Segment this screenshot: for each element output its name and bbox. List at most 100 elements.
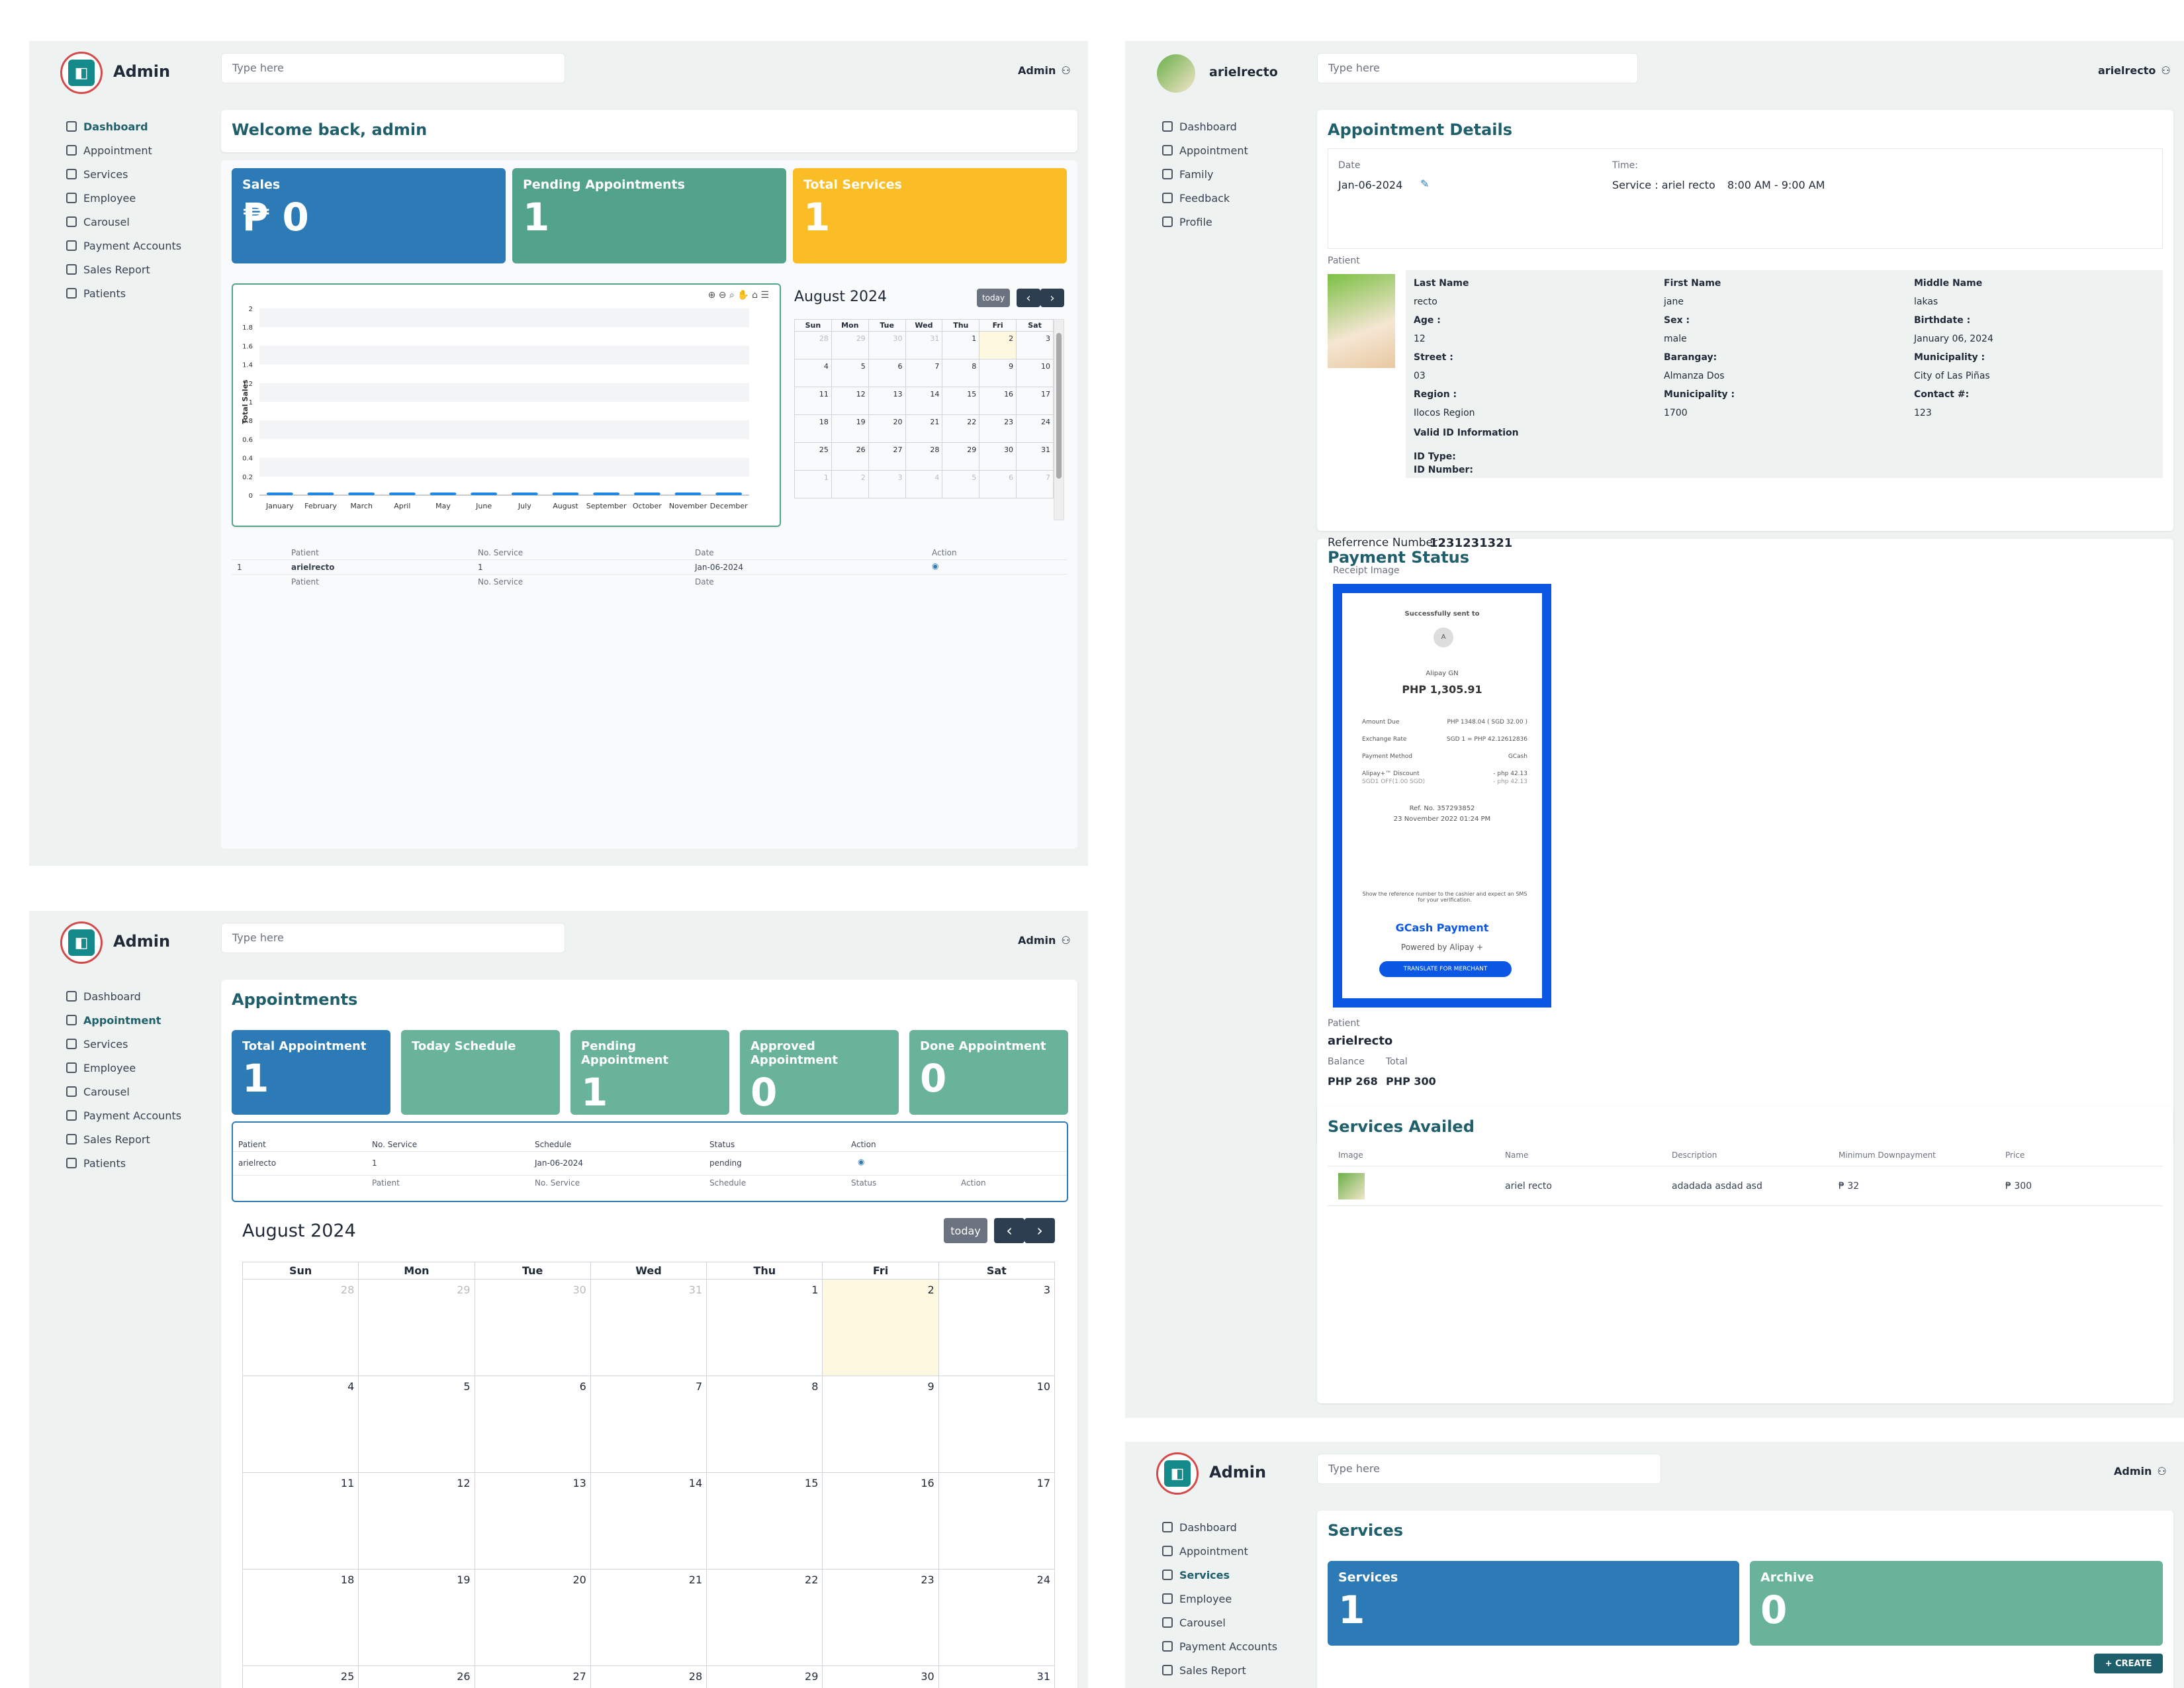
calendar-day-cell[interactable]: 14	[590, 1472, 707, 1570]
calendar-day-cell[interactable]: 7	[905, 359, 943, 387]
calendar-day-cell[interactable]: 10	[938, 1376, 1056, 1473]
calendar-day-cell[interactable]: 30	[979, 442, 1017, 471]
calendar-day-cell[interactable]: 20	[474, 1569, 591, 1666]
sidebar-item-carousel[interactable]: Carousel	[66, 1084, 181, 1099]
calendar-day-cell[interactable]: 18	[794, 414, 832, 443]
sidebar-item-feedback[interactable]: Feedback	[1162, 191, 1248, 205]
calendar-day-cell[interactable]: 25	[794, 442, 832, 471]
calendar-day-cell[interactable]: 5	[942, 470, 980, 498]
calendar-day-cell[interactable]: 13	[868, 387, 906, 415]
prev-month-button[interactable]: ‹	[994, 1218, 1024, 1243]
sidebar-item-appointment[interactable]: Appointment	[66, 143, 181, 158]
calendar-day-cell[interactable]: 19	[831, 414, 869, 443]
calendar-day-cell[interactable]: 31	[590, 1279, 707, 1376]
calendar-day-cell[interactable]: 17	[938, 1472, 1056, 1570]
calendar-day-cell[interactable]: 9	[822, 1376, 939, 1473]
calendar-day-cell[interactable]: 29	[706, 1665, 823, 1688]
user-menu[interactable]: Admin ⚇	[2114, 1465, 2167, 1477]
calendar-day-cell[interactable]: 16	[822, 1472, 939, 1570]
search-input[interactable]: Type here	[221, 53, 565, 83]
calendar-day-cell[interactable]: 15	[706, 1472, 823, 1570]
calendar-day-cell[interactable]: 20	[868, 414, 906, 443]
sidebar-item-sales-report[interactable]: Sales Report	[1162, 1663, 1277, 1677]
sidebar-item-dashboard[interactable]: Dashboard	[66, 119, 181, 134]
calendar-day-cell[interactable]: 18	[242, 1569, 359, 1666]
calendar-day-cell[interactable]: 26	[358, 1665, 475, 1688]
calendar-day-cell[interactable]: 11	[794, 387, 832, 415]
calendar-day-cell[interactable]: 7	[590, 1376, 707, 1473]
calendar-day-cell[interactable]: 21	[905, 414, 943, 443]
calendar-day-cell[interactable]: 4	[794, 359, 832, 387]
sidebar-item-patients[interactable]: Patients	[66, 1156, 181, 1170]
calendar-day-cell[interactable]: 28	[794, 331, 832, 359]
calendar-day-cell[interactable]: 19	[358, 1569, 475, 1666]
calendar-day-cell[interactable]: 22	[706, 1569, 823, 1666]
sidebar-item-payment-accounts[interactable]: Payment Accounts	[66, 238, 181, 253]
calendar-day-cell[interactable]: 29	[358, 1279, 475, 1376]
calendar-day-cell[interactable]: 30	[822, 1665, 939, 1688]
sidebar-item-appointment[interactable]: Appointment	[1162, 143, 1248, 158]
calendar-day-cell[interactable]: 11	[242, 1472, 359, 1570]
calendar-day-cell[interactable]: 30	[474, 1279, 591, 1376]
calendar-day-cell[interactable]: 30	[868, 331, 906, 359]
calendar-day-cell[interactable]: 1	[706, 1279, 823, 1376]
mini-calendar-scrollbar[interactable]	[1054, 319, 1064, 520]
calendar-day-cell[interactable]: 4	[242, 1376, 359, 1473]
calendar-day-cell[interactable]: 5	[358, 1376, 475, 1473]
calendar-day-cell[interactable]: 22	[942, 414, 980, 443]
calendar-day-cell[interactable]: 2	[831, 470, 869, 498]
sidebar-item-dashboard[interactable]: Dashboard	[1162, 1520, 1277, 1534]
calendar-day-cell[interactable]: 3	[938, 1279, 1056, 1376]
calendar-day-cell[interactable]: 29	[942, 442, 980, 471]
sidebar-item-appointment[interactable]: Appointment	[1162, 1544, 1277, 1558]
calendar-day-cell[interactable]: 12	[358, 1472, 475, 1570]
user-menu[interactable]: Admin ⚇	[1018, 64, 1071, 77]
calendar-day-cell[interactable]: 28	[242, 1279, 359, 1376]
calendar-day-cell[interactable]: 8	[942, 359, 980, 387]
sidebar-item-appointment[interactable]: Appointment	[66, 1013, 181, 1027]
calendar-day-cell[interactable]: 26	[831, 442, 869, 471]
sidebar-item-payment-accounts[interactable]: Payment Accounts	[1162, 1639, 1277, 1654]
calendar-day-cell[interactable]: 6	[979, 470, 1017, 498]
sidebar-item-carousel[interactable]: Carousel	[1162, 1615, 1277, 1630]
calendar-day-cell[interactable]: 5	[831, 359, 869, 387]
sidebar-item-employee[interactable]: Employee	[66, 1060, 181, 1075]
calendar-day-cell[interactable]: 31	[905, 331, 943, 359]
calendar-day-cell[interactable]: 27	[474, 1665, 591, 1688]
mini-today-button[interactable]: today	[977, 289, 1010, 307]
view-icon[interactable]: ◉	[858, 1157, 864, 1166]
calendar-day-cell[interactable]: 27	[868, 442, 906, 471]
calendar-day-cell[interactable]: 24	[938, 1569, 1056, 1666]
calendar-day-cell[interactable]: 12	[831, 387, 869, 415]
calendar-day-cell[interactable]: 17	[1016, 387, 1054, 415]
sidebar-item-dashboard[interactable]: Dashboard	[66, 989, 181, 1004]
sidebar-item-patients[interactable]: Patients	[66, 286, 181, 301]
sidebar-item-services[interactable]: Services	[1162, 1568, 1277, 1582]
calendar-day-cell[interactable]: 6	[868, 359, 906, 387]
sidebar-item-dashboard[interactable]: Dashboard	[1162, 119, 1248, 134]
calendar-day-cell[interactable]: 7	[1016, 470, 1054, 498]
sidebar-item-employee[interactable]: Employee	[66, 191, 181, 205]
mini-next-button[interactable]: ›	[1040, 289, 1064, 307]
calendar-day-cell[interactable]: 15	[942, 387, 980, 415]
sidebar-item-employee[interactable]: Employee	[1162, 1591, 1277, 1606]
sidebar-item-services[interactable]: Services	[66, 167, 181, 181]
calendar-day-cell[interactable]: 25	[242, 1665, 359, 1688]
next-month-button[interactable]: ›	[1024, 1218, 1055, 1243]
create-button[interactable]: + CREATE	[2094, 1654, 2163, 1673]
sidebar-item-sales-report[interactable]: Sales Report	[66, 262, 181, 277]
calendar-day-cell[interactable]: 23	[979, 414, 1017, 443]
sidebar-item-payment-accounts[interactable]: Payment Accounts	[66, 1108, 181, 1123]
calendar-day-cell[interactable]: 10	[1016, 359, 1054, 387]
calendar-day-cell[interactable]: 9	[979, 359, 1017, 387]
calendar-day-cell[interactable]: 31	[938, 1665, 1056, 1688]
search-input[interactable]: Type here	[1317, 53, 1638, 83]
mini-prev-button[interactable]: ‹	[1017, 289, 1040, 307]
calendar-day-cell[interactable]: 21	[590, 1569, 707, 1666]
calendar-day-cell[interactable]: 3	[1016, 331, 1054, 359]
calendar-day-cell[interactable]: 31	[1016, 442, 1054, 471]
today-button[interactable]: today	[944, 1218, 987, 1243]
calendar-day-cell[interactable]: 23	[822, 1569, 939, 1666]
calendar-day-cell[interactable]: 2	[822, 1279, 939, 1376]
calendar-day-cell[interactable]: 1	[942, 331, 980, 359]
